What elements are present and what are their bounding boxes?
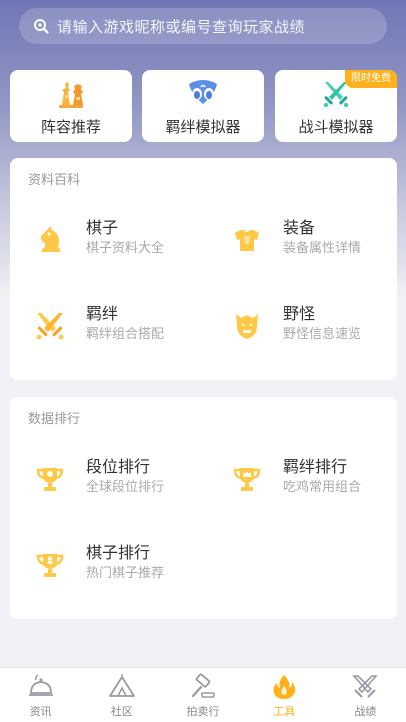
lineup-recommend-button[interactable]: 阵容推荐 [10, 70, 132, 142]
tab-label: 拍卖行 [186, 705, 220, 718]
crossed-swords-icon [36, 313, 64, 340]
entry-desc: 野怪信息速览 [283, 327, 362, 342]
tab-label: 社区 [110, 705, 133, 718]
record-swords-icon [352, 675, 379, 698]
equipment-entry[interactable]: 装备 装备属性详情 [231, 218, 361, 258]
entry-desc: 吃鸡常用组合 [283, 480, 362, 495]
entry-name: 棋子 [86, 218, 119, 237]
tab-tools[interactable]: 工具 [244, 668, 325, 722]
auction-hammer-icon [191, 673, 215, 698]
trophy-crown-icon [233, 468, 261, 491]
search-placeholder: 请输入游戏昵称或编号查询玩家战绩 [57, 17, 306, 36]
monster-icon [236, 314, 258, 339]
bond-simulator-button[interactable]: 羁绊模拟器 [142, 70, 264, 142]
rankings-panel: 数据排行 段位排行 全球段位排行 羁绊排行 吃鸡常用组合 棋子排行 热门棋子推荐 [10, 397, 397, 619]
tab-label: 工具 [273, 705, 296, 718]
section-title: 资料百科 [28, 173, 81, 188]
rank-tier-entry[interactable]: 段位排行 全球段位排行 [34, 457, 164, 497]
rank-piece-entry[interactable]: 棋子排行 热门棋子推荐 [34, 543, 164, 583]
community-tent-icon [108, 674, 135, 697]
chess-pieces-icon [59, 82, 83, 108]
bond-simulator-icon [189, 80, 217, 104]
news-bell-icon [28, 674, 53, 696]
entry-name: 羁绊排行 [283, 457, 348, 476]
bottom-tab-bar: 资讯 社区 拍卖行 工具 战绩 [0, 667, 406, 722]
entry-name: 装备 [283, 218, 316, 237]
battle-simulator-button[interactable]: 限时免费 战斗模拟器 [275, 70, 397, 142]
tool-label: 战斗模拟器 [298, 118, 374, 136]
entry-desc: 全球段位排行 [86, 480, 165, 495]
trophy-pawn-icon [36, 554, 64, 577]
tools-fire-icon [273, 675, 296, 699]
tool-label: 阵容推荐 [40, 118, 101, 136]
tab-news[interactable]: 资讯 [0, 668, 81, 722]
entry-desc: 棋子资料大全 [86, 241, 165, 256]
monster-entry[interactable]: 野怪 野怪信息速览 [231, 304, 361, 344]
tool-label: 羁绊模拟器 [165, 118, 241, 136]
entry-name: 羁绊 [86, 304, 119, 323]
trophy-icon [36, 468, 64, 491]
tab-community[interactable]: 社区 [81, 668, 162, 722]
entry-name: 棋子排行 [86, 543, 151, 562]
knight-icon [40, 226, 60, 252]
tab-auction[interactable]: 拍卖行 [162, 668, 243, 722]
tab-label: 战绩 [354, 705, 377, 718]
entry-name: 野怪 [283, 304, 316, 323]
armor-icon [235, 229, 259, 251]
entry-desc: 热门棋子推荐 [86, 566, 165, 581]
limited-free-badge: 限时免费 [345, 70, 397, 88]
search-icon [34, 19, 49, 34]
tab-label: 资讯 [29, 705, 52, 718]
encyclopedia-panel: 资料百科 棋子 棋子资料大全 装备 装备属性详情 羁绊 羁绊组合搭配 野怪 野怪… [10, 158, 397, 380]
entry-desc: 羁绊组合搭配 [86, 327, 165, 342]
search-input[interactable]: 请输入游戏昵称或编号查询玩家战绩 [19, 8, 387, 44]
chess-piece-entry[interactable]: 棋子 棋子资料大全 [34, 218, 164, 258]
entry-desc: 装备属性详情 [283, 241, 362, 256]
section-title: 数据排行 [28, 412, 81, 427]
entry-name: 段位排行 [86, 457, 151, 476]
tab-record[interactable]: 战绩 [325, 668, 406, 722]
rank-bond-entry[interactable]: 羁绊排行 吃鸡常用组合 [231, 457, 361, 497]
bond-entry[interactable]: 羁绊 羁绊组合搭配 [34, 304, 164, 344]
